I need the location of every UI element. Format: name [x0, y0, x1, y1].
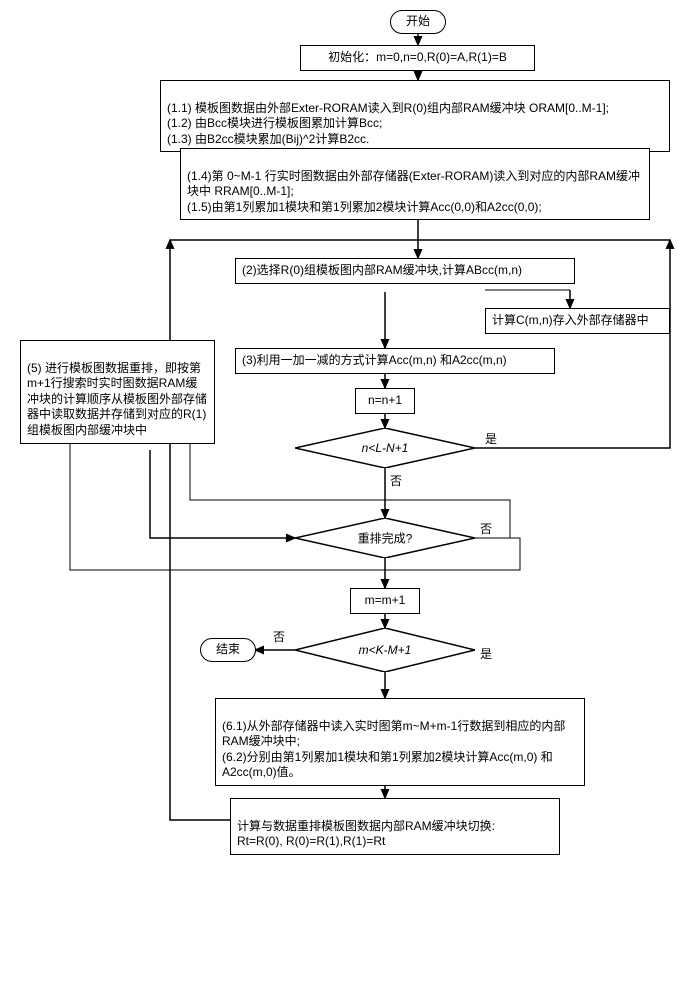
start-label: 开始: [406, 14, 430, 28]
start-terminator: 开始: [390, 10, 446, 34]
flowchart-container: 开始 初始化：m=0,n=0,R(0)=A,R(1)=B (1.1) 模板图数据…: [10, 10, 687, 990]
cond-reorder-diamond: 重排完成?: [295, 518, 475, 558]
end-label: 结束: [216, 642, 240, 656]
inc-n-box: n=n+1: [355, 388, 415, 414]
end-terminator: 结束: [200, 638, 256, 662]
step3-box: (3)利用一加一减的方式计算Acc(m,n) 和A2cc(m,n): [235, 348, 555, 374]
step3-text: (3)利用一加一减的方式计算Acc(m,n) 和A2cc(m,n): [242, 353, 507, 367]
step5-text: (5) 进行模板图数据重排，即按第m+1行搜索时实时图数据RAM缓冲块的计算顺序…: [27, 361, 207, 437]
inc-n-text: n=n+1: [368, 393, 402, 407]
step6-text: (6.1)从外部存储器中读入实时图第m~M+m-1行数据到相应的内部RAM缓冲块…: [222, 719, 565, 780]
step2-box: (2)选择R(0)组模板图内部RAM缓冲块,计算ABcc(m,n): [235, 258, 575, 284]
step2b-text: 计算C(m,n)存入外部存储器中: [492, 313, 649, 327]
cond-m-no: 否: [273, 628, 285, 645]
step1-1-box: (1.1) 模板图数据由外部Exter-RORAM读入到R(0)组内部RAM缓冲…: [160, 80, 670, 152]
cond-m-text: m<K-M+1: [359, 643, 412, 657]
init-text: 初始化：m=0,n=0,R(0)=A,R(1)=B: [328, 50, 507, 64]
step1-1-text: (1.1) 模板图数据由外部Exter-RORAM读入到R(0)组内部RAM缓冲…: [167, 101, 609, 146]
cond-m-yes: 是: [480, 645, 492, 662]
cond-reorder-no: 否: [480, 520, 492, 537]
cond-m-diamond: m<K-M+1: [295, 628, 475, 672]
inc-m-box: m=m+1: [350, 588, 420, 614]
inc-m-text: m=m+1: [365, 593, 406, 607]
step2-text: (2)选择R(0)组模板图内部RAM缓冲块,计算ABcc(m,n): [242, 263, 522, 277]
init-box: 初始化：m=0,n=0,R(0)=A,R(1)=B: [300, 45, 535, 71]
step6-box: (6.1)从外部存储器中读入实时图第m~M+m-1行数据到相应的内部RAM缓冲块…: [215, 698, 585, 786]
cond-n-diamond: n<L-N+1: [295, 428, 475, 468]
step1-4-box: (1.4)第 0~M-1 行实时图数据由外部存储器(Exter-RORAM)读入…: [180, 148, 650, 220]
cond-n-text: n<L-N+1: [362, 441, 409, 455]
step2b-box: 计算C(m,n)存入外部存储器中: [485, 308, 670, 334]
cond-n-yes: 是: [485, 430, 497, 447]
step1-4-text: (1.4)第 0~M-1 行实时图数据由外部存储器(Exter-RORAM)读入…: [187, 169, 640, 214]
step7-text: 计算与数据重排模板图数据内部RAM缓冲块切换: Rt=R(0), R(0)=R(…: [237, 819, 495, 849]
cond-reorder-text: 重排完成?: [358, 532, 413, 546]
cond-n-no: 否: [390, 472, 402, 489]
step5-box: (5) 进行模板图数据重排，即按第m+1行搜索时实时图数据RAM缓冲块的计算顺序…: [20, 340, 215, 444]
step7-box: 计算与数据重排模板图数据内部RAM缓冲块切换: Rt=R(0), R(0)=R(…: [230, 798, 560, 855]
